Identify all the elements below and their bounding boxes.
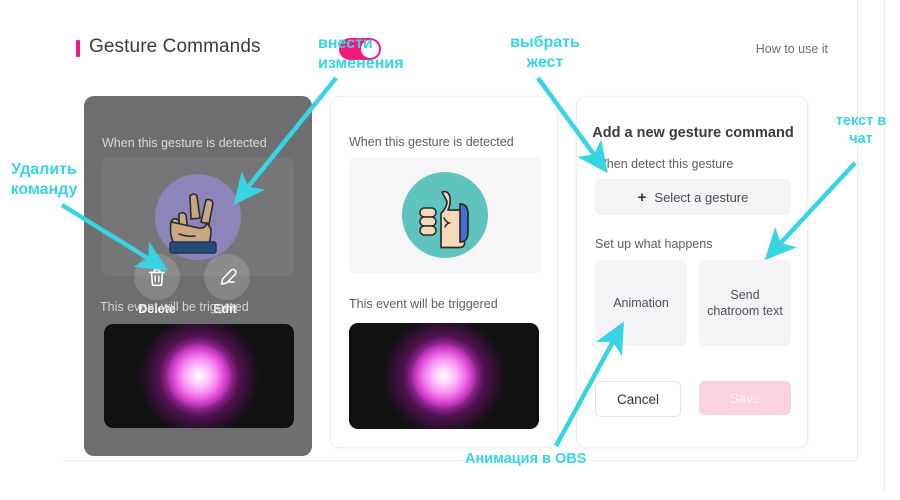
outer-divider — [884, 0, 885, 492]
trigger-label: This event will be triggered — [349, 297, 498, 311]
trash-icon — [148, 268, 166, 287]
plus-icon: + — [637, 188, 647, 206]
how-to-use-link[interactable]: How to use it — [756, 42, 828, 56]
animation-preview[interactable] — [349, 323, 539, 429]
action-type-options: Animation Send chatroom text — [595, 260, 791, 346]
detect-label: When this gesture is detected — [349, 135, 514, 149]
annotation-toggle-note: внести изменения — [318, 35, 404, 72]
annotation-chat-text-note: текст в чат — [835, 113, 887, 147]
animation-preview[interactable] — [104, 324, 294, 428]
select-gesture-button[interactable]: + Select a gesture — [595, 179, 791, 215]
page-title-text: Gesture Commands — [89, 36, 261, 57]
title-accent-bar — [76, 39, 80, 57]
edit-command-button[interactable] — [204, 254, 250, 300]
victory-hand-gesture-icon — [155, 174, 241, 260]
add-panel-title: Add a new gesture command — [592, 125, 794, 141]
detect-gesture-label: When detect this gesture — [595, 157, 734, 171]
page-header: Gesture Commands How to use it — [62, 36, 858, 72]
content-sheet: Gesture Commands How to use it When this… — [62, 8, 858, 460]
gesture-command-card[interactable]: When this gesture is detected — [330, 96, 558, 448]
thumbs-up-gesture-icon — [402, 172, 488, 258]
detect-label: When this gesture is detected — [102, 136, 267, 150]
gesture-command-card[interactable]: When this gesture is detected — [84, 96, 312, 456]
add-panel-actions: Cancel Save — [595, 381, 791, 417]
right-divider — [857, 0, 858, 460]
gesture-preview-box — [349, 157, 541, 273]
page-title: Gesture Commands — [76, 36, 261, 58]
cancel-button[interactable]: Cancel — [595, 381, 681, 417]
gesture-command-list: When this gesture is detected Delete Edi… — [62, 96, 858, 464]
option-send-chatroom-text[interactable]: Send chatroom text — [699, 260, 791, 346]
app-root: Gesture Commands How to use it When this… — [0, 0, 900, 500]
card-action-row: Delete Edit — [84, 254, 312, 316]
add-gesture-command-panel: Add a new gesture command When detect th… — [576, 96, 808, 448]
bottom-divider — [62, 460, 858, 461]
setup-label: Set up what happens — [595, 237, 713, 251]
particle-core — [412, 344, 476, 408]
select-gesture-label: Select a gesture — [654, 189, 749, 205]
delete-command-button[interactable] — [134, 254, 180, 300]
annotation-delete-note: Удалить команду — [10, 161, 78, 198]
option-animation[interactable]: Animation — [595, 260, 687, 346]
particle-core — [167, 344, 231, 408]
trigger-label: This event will be triggered — [100, 300, 249, 314]
pencil-icon — [220, 268, 237, 285]
save-button[interactable]: Save — [699, 381, 791, 415]
annotation-animation-note: Анимация в OBS — [465, 451, 587, 467]
annotation-select-gesture-note: выбрать жест — [510, 34, 580, 71]
